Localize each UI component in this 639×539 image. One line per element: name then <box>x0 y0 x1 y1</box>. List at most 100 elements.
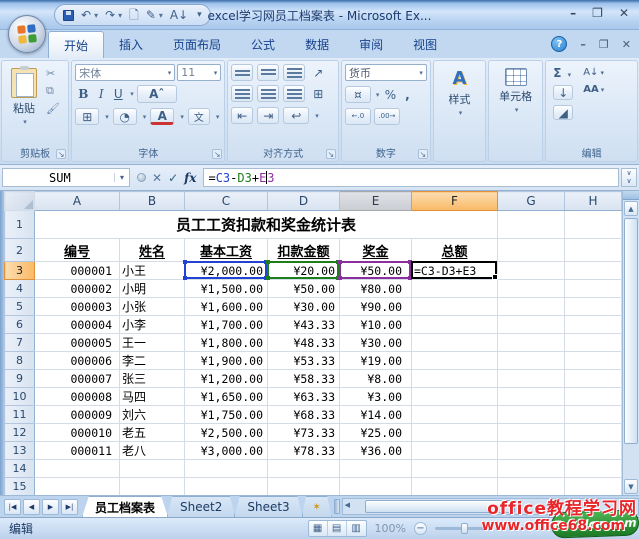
deduction-cell[interactable]: ¥73.33 <box>268 424 340 442</box>
bonus-cell[interactable]: ¥8.00 <box>340 370 412 388</box>
deduction-cell[interactable]: ¥20.00 <box>268 262 340 280</box>
select-all-corner[interactable] <box>5 192 35 211</box>
employee-name-cell[interactable]: 老五 <box>120 424 185 442</box>
doc-minimize-button[interactable]: – <box>580 38 586 51</box>
cell[interactable] <box>498 388 565 406</box>
cell[interactable] <box>565 406 622 424</box>
cell[interactable] <box>565 442 622 460</box>
decrease-decimal-button[interactable]: .00→ <box>374 108 400 125</box>
align-center-button[interactable] <box>257 85 279 102</box>
underline-button[interactable]: U <box>111 86 125 102</box>
base-salary-cell[interactable]: ¥1,200.00 <box>185 370 268 388</box>
cell[interactable] <box>498 211 565 239</box>
employee-id-cell[interactable]: 000002 <box>35 280 120 298</box>
insert-function-button[interactable]: fx <box>184 171 196 185</box>
employee-name-cell[interactable]: 小李 <box>120 316 185 334</box>
table-header-cell[interactable]: 姓名 <box>120 239 185 262</box>
base-salary-cell[interactable]: ¥1,600.00 <box>185 298 268 316</box>
row-header-4[interactable]: 4 <box>5 280 35 298</box>
clipboard-dialog-launcher[interactable]: ↘ <box>56 149 66 159</box>
fill-color-button[interactable]: ◔ <box>113 108 137 125</box>
total-cell[interactable] <box>412 334 498 352</box>
decrease-indent-button[interactable]: ⇤ <box>231 107 253 124</box>
base-salary-cell[interactable]: ¥1,650.00 <box>185 388 268 406</box>
prev-sheet-icon[interactable]: ◀ <box>23 499 40 515</box>
deduction-cell[interactable]: ¥48.33 <box>268 334 340 352</box>
cell[interactable] <box>565 239 622 262</box>
bonus-cell[interactable]: ¥90.00 <box>340 298 412 316</box>
increase-decimal-button[interactable]: ←.0 <box>345 108 371 125</box>
insert-worksheet-tab[interactable]: ✶ <box>302 496 332 517</box>
employee-id-cell[interactable]: 000011 <box>35 442 120 460</box>
normal-view-icon[interactable]: ▦ <box>309 521 328 536</box>
orientation-button[interactable]: ↗ <box>309 64 327 81</box>
bonus-cell[interactable]: ¥50.00 <box>340 262 412 280</box>
deduction-cell[interactable]: ¥43.33 <box>268 316 340 334</box>
cell[interactable] <box>340 460 412 478</box>
table-header-cell[interactable]: 扣款金额 <box>268 239 340 262</box>
row-header-11[interactable]: 11 <box>5 406 35 424</box>
split-handle[interactable] <box>623 191 639 200</box>
ribbon-tab[interactable]: 公式 <box>236 31 290 58</box>
employee-id-cell[interactable]: 000007 <box>35 370 120 388</box>
column-header-A[interactable]: A <box>35 192 120 211</box>
base-salary-cell[interactable]: ¥1,900.00 <box>185 352 268 370</box>
total-cell[interactable] <box>412 316 498 334</box>
last-sheet-icon[interactable]: ▶| <box>61 499 78 515</box>
employee-name-cell[interactable]: 马四 <box>120 388 185 406</box>
employee-name-cell[interactable]: 张三 <box>120 370 185 388</box>
deduction-cell[interactable]: ¥58.33 <box>268 370 340 388</box>
employee-id-cell[interactable]: 000004 <box>35 316 120 334</box>
help-icon[interactable]: ? <box>551 36 567 52</box>
column-header-E[interactable]: E <box>340 192 412 211</box>
cell[interactable] <box>340 478 412 496</box>
font-size-select[interactable]: 11▾ <box>177 64 221 81</box>
cell[interactable] <box>35 460 120 478</box>
restore-button[interactable]: ❐ <box>592 6 603 20</box>
cell[interactable] <box>498 424 565 442</box>
employee-name-cell[interactable]: 小王 <box>120 262 185 280</box>
cell[interactable] <box>498 352 565 370</box>
sort-filter-button[interactable]: A↓▾ <box>583 67 604 78</box>
next-sheet-icon[interactable]: ▶ <box>42 499 59 515</box>
row-header-14[interactable]: 14 <box>5 460 35 478</box>
phonetic-button[interactable]: 文 <box>188 108 210 125</box>
employee-name-cell[interactable]: 小明 <box>120 280 185 298</box>
cell[interactable] <box>565 370 622 388</box>
column-header-H[interactable]: H <box>565 192 622 211</box>
cell[interactable] <box>498 442 565 460</box>
bonus-cell[interactable]: ¥80.00 <box>340 280 412 298</box>
employee-id-cell[interactable]: 000001 <box>35 262 120 280</box>
vertical-scroll-thumb[interactable] <box>624 218 638 444</box>
total-cell[interactable] <box>412 406 498 424</box>
deduction-cell[interactable]: ¥68.33 <box>268 406 340 424</box>
find-select-button[interactable]: AA▾ <box>583 84 604 95</box>
row-header-12[interactable]: 12 <box>5 424 35 442</box>
table-header-cell[interactable]: 总额 <box>412 239 498 262</box>
scroll-left-icon[interactable]: ◀ <box>345 501 350 509</box>
align-bottom-button[interactable] <box>283 64 305 81</box>
ribbon-tab[interactable]: 页面布局 <box>158 31 236 58</box>
employee-name-cell[interactable]: 王一 <box>120 334 185 352</box>
base-salary-cell[interactable]: ¥1,750.00 <box>185 406 268 424</box>
bonus-cell[interactable]: ¥3.00 <box>340 388 412 406</box>
cell[interactable] <box>35 478 120 496</box>
cell[interactable] <box>498 460 565 478</box>
bold-button[interactable]: B <box>75 86 91 102</box>
ribbon-tab[interactable]: 数据 <box>290 31 344 58</box>
format-painter-icon[interactable]: 🖌 <box>46 102 60 115</box>
align-top-button[interactable] <box>231 64 253 81</box>
paste-button[interactable]: 粘贴 ▾ <box>5 64 43 130</box>
confirm-entry-button[interactable]: ✓ <box>168 171 178 185</box>
column-header-D[interactable]: D <box>268 192 340 211</box>
row-header-10[interactable]: 10 <box>5 388 35 406</box>
total-cell[interactable] <box>412 370 498 388</box>
employee-name-cell[interactable]: 李二 <box>120 352 185 370</box>
cell[interactable] <box>565 262 622 280</box>
zoom-slider-handle[interactable] <box>461 523 468 534</box>
alignment-dialog-launcher[interactable]: ↘ <box>326 149 336 159</box>
fill-button[interactable]: ↓ <box>553 85 573 100</box>
cells-button[interactable]: 单元格 ▾ <box>492 64 539 118</box>
column-header-G[interactable]: G <box>498 192 565 211</box>
accounting-format-button[interactable]: ¤ <box>345 86 371 103</box>
